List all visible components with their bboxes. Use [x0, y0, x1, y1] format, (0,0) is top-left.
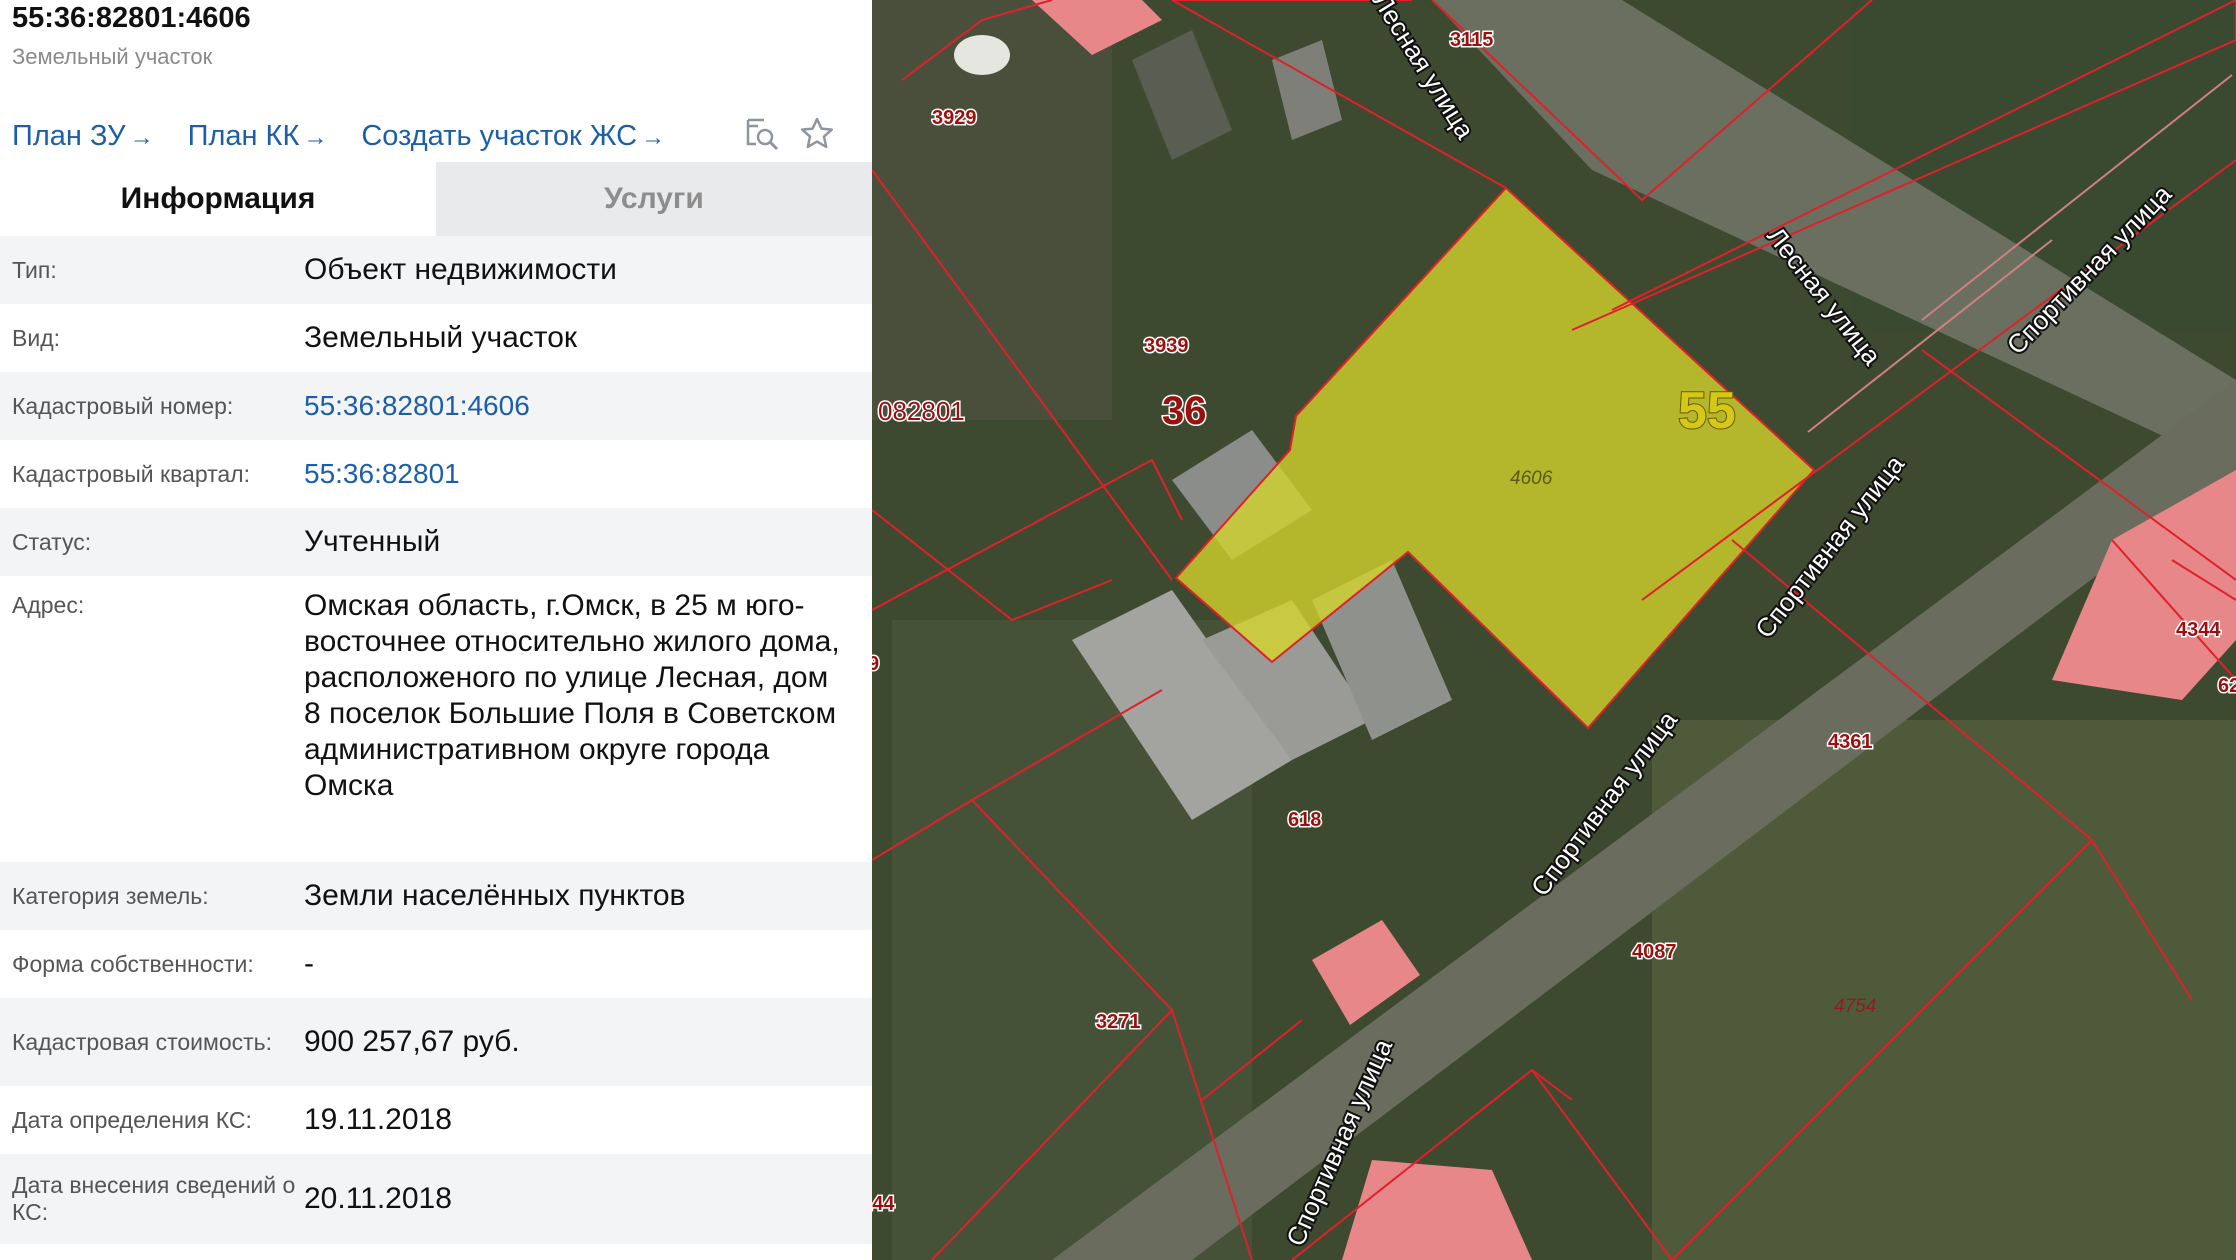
row-type: Тип: Объект недвижимости: [0, 236, 872, 304]
building-label: 4754: [1834, 996, 1876, 1017]
map-canvas[interactable]: 3929 3115 3939 618 3271 4087 4361 4344 3…: [872, 0, 2236, 1260]
cadastral-block-link[interactable]: 55:36:82801: [304, 456, 872, 492]
cadastral-map[interactable]: 3929 3115 3939 618 3271 4087 4361 4344 3…: [872, 0, 2236, 1260]
info-table: Тип: Объект недвижимости Вид: Земельный …: [0, 236, 872, 1244]
magnifier-doc-icon[interactable]: [742, 114, 782, 154]
row-value: Омская область, г.Омск, в 25 м юго-восто…: [304, 589, 840, 802]
tab-bar: Информация Услуги: [0, 162, 872, 236]
arrow-right-icon: →: [129, 123, 154, 151]
row-cadastral-number: Кадастровый номер: 55:36:82801:4606: [0, 372, 872, 440]
plan-zu-label: План ЗУ: [12, 119, 126, 152]
arrow-right-icon: →: [641, 123, 666, 151]
row-value: Объект недвижимости: [304, 253, 617, 286]
info-panel: 55:36:82801:4606 Земельный участок План …: [0, 0, 872, 1260]
row-value: 20.11.2018: [304, 1182, 452, 1215]
row-label: Кадастровый квартал:: [12, 460, 250, 487]
parcel-label: 618: [1288, 809, 1321, 831]
selected-parcel-label: 4606: [1510, 468, 1553, 489]
cadastral-number-link[interactable]: 55:36:82801:4606: [304, 388, 872, 424]
row-value: 900 257,67 руб.: [304, 1025, 520, 1058]
row-status: Статус: Учтенный: [0, 508, 872, 576]
row-value: -: [304, 947, 314, 980]
cadastral-title: 55:36:82801:4606: [12, 2, 251, 34]
tab-information[interactable]: Информация: [0, 162, 436, 236]
row-kind: Вид: Земельный участок: [0, 304, 872, 372]
block-label: 082801: [878, 396, 965, 426]
parcel-label: 3115: [1450, 29, 1493, 51]
parcel-label: 4361: [1828, 731, 1873, 753]
row-label: Форма собственности:: [12, 950, 254, 977]
parcel-label: 62: [2218, 675, 2236, 697]
row-label: Вид:: [12, 324, 60, 351]
row-value: Земельный участок: [304, 321, 578, 354]
district-label: 36: [1162, 389, 1207, 433]
row-label: Дата определения КС:: [12, 1106, 252, 1133]
parcel-label: 3271: [1096, 1011, 1141, 1033]
plan-kk-link[interactable]: План КК →: [188, 120, 328, 153]
row-value: 19.11.2018: [304, 1103, 452, 1136]
row-cadastral-block: Кадастровый квартал: 55:36:82801: [0, 440, 872, 508]
object-kind-subtitle: Земельный участок: [12, 44, 213, 69]
create-parcel-label: Создать участок ЖС: [361, 119, 638, 152]
action-links: План ЗУ → План КК → Создать участок ЖС →: [12, 116, 699, 156]
parcel-label: 3929: [932, 107, 977, 129]
row-land-category: Категория земель: Земли населённых пункт…: [0, 862, 872, 930]
tab-services[interactable]: Услуги: [436, 162, 872, 236]
plan-kk-label: План КК: [187, 119, 300, 152]
parcel-label: 9: [872, 653, 879, 675]
row-label: Тип:: [12, 256, 57, 283]
row-value: Учтенный: [304, 525, 441, 558]
row-value: Земли населённых пунктов: [304, 879, 686, 912]
region-label: 55: [1678, 382, 1736, 440]
row-ownership: Форма собственности: -: [0, 930, 872, 998]
row-label: Кадастровая стоимость:: [12, 1028, 273, 1055]
parcel-label: 4344: [2176, 619, 2221, 641]
row-label: Категория земель:: [12, 882, 209, 909]
star-icon[interactable]: [797, 114, 837, 154]
create-parcel-link[interactable]: Создать участок ЖС →: [361, 120, 665, 153]
row-value-date: Дата определения КС: 19.11.2018: [0, 1086, 872, 1154]
row-address: Адрес: Омская область, г.Омск, в 25 м юг…: [0, 576, 872, 862]
arrow-right-icon: →: [303, 123, 328, 151]
white-object: [954, 35, 1010, 75]
row-label: Адрес:: [12, 592, 85, 618]
parcel-label: 3939: [1144, 335, 1189, 357]
row-cadastral-value: Кадастровая стоимость: 900 257,67 руб.: [0, 998, 872, 1086]
parcel-label: 4087: [1632, 941, 1677, 963]
row-label: Статус:: [12, 528, 92, 555]
row-label: Кадастровый номер:: [12, 392, 234, 419]
row-label: Дата внесения сведений о КС:: [12, 1172, 296, 1225]
plan-zu-link[interactable]: План ЗУ →: [12, 120, 154, 153]
parcel-label: 3144: [872, 1193, 895, 1215]
row-entry-date: Дата внесения сведений о КС: 20.11.2018: [0, 1154, 872, 1244]
